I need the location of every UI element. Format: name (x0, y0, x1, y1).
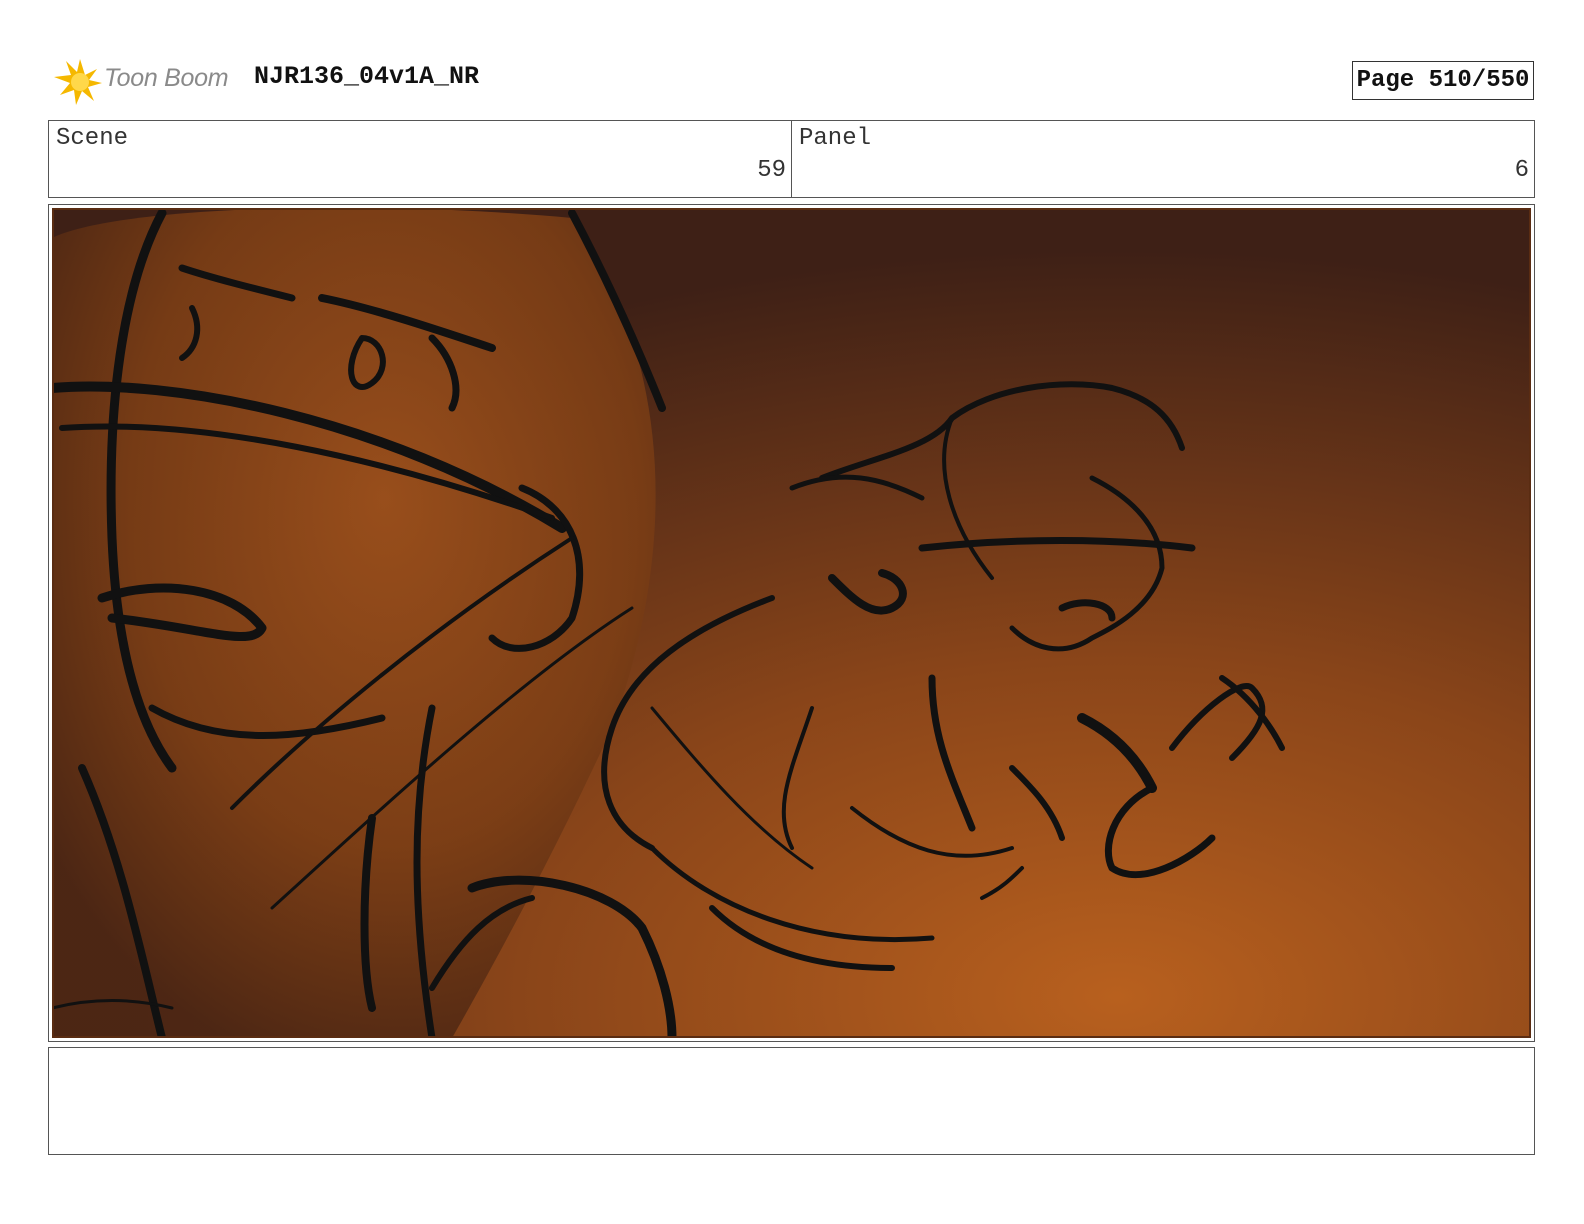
scene-panel-row: Scene 59 Panel 6 (48, 120, 1535, 198)
panel-cell: Panel 6 (791, 121, 1534, 197)
scene-label: Scene (56, 125, 129, 152)
scene-number: 59 (757, 157, 786, 184)
page-counter: Page 510/550 (1352, 61, 1534, 100)
scene-cell: Scene 59 (49, 121, 791, 197)
storyboard-panel-frame (48, 204, 1535, 1042)
panel-label: Panel (799, 125, 872, 152)
panel-number: 6 (1514, 157, 1529, 184)
document-title: NJR136_04v1A_NR (254, 62, 480, 91)
storyboard-sketch-image (52, 208, 1531, 1038)
logo-wordmark: Toon Boom (104, 64, 229, 92)
panel-notes-box (48, 1047, 1535, 1155)
